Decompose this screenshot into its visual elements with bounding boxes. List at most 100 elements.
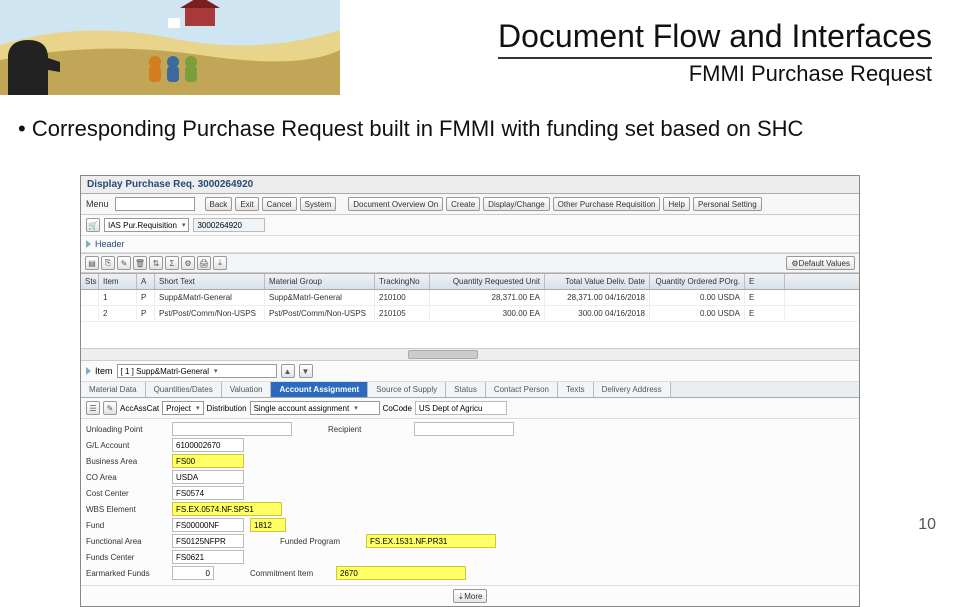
menu-label: Menu bbox=[86, 199, 109, 209]
fund-year-field[interactable]: 1812 bbox=[250, 518, 286, 532]
grid-tool-icon[interactable]: Σ bbox=[165, 256, 179, 270]
other-pr-button[interactable]: Other Purchase Requisition bbox=[553, 197, 661, 211]
cell-mg: Supp&Matrl-General bbox=[265, 290, 375, 305]
col-short-text[interactable]: Short Text bbox=[155, 274, 265, 289]
tab-status[interactable]: Status bbox=[446, 382, 486, 397]
command-input[interactable] bbox=[115, 197, 195, 211]
more-row: ⇣ More bbox=[81, 585, 859, 606]
prev-item-icon[interactable]: ▲ bbox=[281, 364, 295, 378]
page-number: 10 bbox=[918, 516, 936, 534]
more-button[interactable]: ⇣ More bbox=[453, 589, 488, 603]
col-porg[interactable]: E bbox=[745, 274, 785, 289]
cell-porg: E bbox=[745, 290, 785, 305]
item-label: Item bbox=[95, 366, 113, 376]
exit-button[interactable]: Exit bbox=[235, 197, 258, 211]
col-material-group[interactable]: Material Group bbox=[265, 274, 375, 289]
grid-tool-icon[interactable]: 🗑 bbox=[133, 256, 147, 270]
tab-contact[interactable]: Contact Person bbox=[486, 382, 558, 397]
pr-number-field[interactable]: 3000264920 bbox=[193, 218, 265, 232]
tab-material[interactable]: Material Data bbox=[81, 382, 146, 397]
expand-icon[interactable] bbox=[86, 367, 91, 375]
gl-account-field[interactable]: 6100002670 bbox=[172, 438, 244, 452]
grid-tool-icon[interactable]: ⚙ bbox=[181, 256, 195, 270]
tab-delivery[interactable]: Delivery Address bbox=[594, 382, 671, 397]
acc-cat-dropdown[interactable]: Project bbox=[162, 401, 203, 415]
cell-item: 2 bbox=[99, 306, 137, 321]
pr-type-dropdown[interactable]: IAS Pur.Requisition bbox=[104, 218, 189, 232]
grid-tool-icon[interactable]: ▤ bbox=[85, 256, 99, 270]
cart-icon: 🛒 bbox=[86, 218, 100, 232]
cell-a: P bbox=[137, 290, 155, 305]
grid-tool-icon[interactable]: ⤓ bbox=[213, 256, 227, 270]
recipient-label: Recipient bbox=[328, 425, 408, 434]
fund-field[interactable]: FS00000NF bbox=[172, 518, 244, 532]
col-tracking[interactable]: TrackingNo bbox=[375, 274, 430, 289]
recipient-field[interactable] bbox=[414, 422, 514, 436]
window-title: Display Purchase Req. 3000264920 bbox=[81, 176, 859, 194]
horizontal-scrollbar[interactable] bbox=[81, 348, 859, 360]
cell-short-text: Pst/Post/Comm/Non-USPS bbox=[155, 306, 265, 321]
expand-icon[interactable] bbox=[86, 240, 91, 248]
system-button[interactable]: System bbox=[300, 197, 337, 211]
item-dropdown[interactable]: [ 1 ] Supp&Matrl-General bbox=[117, 364, 277, 378]
col-status[interactable]: Sts bbox=[81, 274, 99, 289]
wbs-element-field[interactable]: FS.EX.0574.NF.SPS1 bbox=[172, 502, 282, 516]
cell-qty: 300.00 EA bbox=[430, 306, 545, 321]
cell-item: 1 bbox=[99, 290, 137, 305]
tab-valuation[interactable]: Valuation bbox=[222, 382, 272, 397]
pr-type-value: IAS Pur.Requisition bbox=[108, 221, 177, 230]
cell-mg: Pst/Post/Comm/Non-USPS bbox=[265, 306, 375, 321]
funded-program-label: Funded Program bbox=[280, 537, 360, 546]
next-item-icon[interactable]: ▼ bbox=[299, 364, 313, 378]
doc-overview-button[interactable]: Document Overview On bbox=[348, 197, 443, 211]
funds-center-field[interactable]: FS0621 bbox=[172, 550, 244, 564]
earmarked-funds-field[interactable]: 0 bbox=[172, 566, 214, 580]
detail-tabs: Material Data Quantities/Dates Valuation… bbox=[81, 382, 859, 398]
help-button[interactable]: Help bbox=[663, 197, 689, 211]
item-selector-row: Item [ 1 ] Supp&Matrl-General ▲ ▼ bbox=[81, 361, 859, 382]
col-qty[interactable]: Quantity Requested Unit bbox=[430, 274, 545, 289]
col-item[interactable]: Item bbox=[99, 274, 137, 289]
cell-tv: 300.00 04/16/2018 bbox=[545, 306, 650, 321]
business-area-field[interactable]: FS00 bbox=[172, 454, 244, 468]
item-selected-value: [ 1 ] Supp&Matrl-General bbox=[121, 367, 209, 376]
cell-qo: 0.00 USDA bbox=[650, 306, 745, 321]
table-row[interactable]: 1 P Supp&Matrl-General Supp&Matrl-Genera… bbox=[81, 290, 859, 306]
grid-tool-icon[interactable]: 🖨 bbox=[197, 256, 211, 270]
grid-tool-icon[interactable]: ⇅ bbox=[149, 256, 163, 270]
slide-bullet: • Corresponding Purchase Request built i… bbox=[18, 116, 938, 142]
unloading-point-label: Unloading Point bbox=[86, 425, 166, 434]
tab-quantities[interactable]: Quantities/Dates bbox=[146, 382, 222, 397]
cocode-field[interactable]: US Dept of Agricu bbox=[415, 401, 507, 415]
personal-setting-button[interactable]: Personal Setting bbox=[693, 197, 762, 211]
display-change-button[interactable]: Display/Change bbox=[483, 197, 549, 211]
tab-source[interactable]: Source of Supply bbox=[368, 382, 446, 397]
create-button[interactable]: Create bbox=[446, 197, 480, 211]
cost-center-field[interactable]: FS0574 bbox=[172, 486, 244, 500]
default-values-button[interactable]: ⚙ Default Values bbox=[786, 256, 855, 270]
cell-tracking: 210100 bbox=[375, 290, 430, 305]
co-area-field[interactable]: USDA bbox=[172, 470, 244, 484]
distribution-value: Single account assignment bbox=[254, 404, 350, 413]
grid-tool-icon[interactable]: ⎘ bbox=[101, 256, 115, 270]
commitment-item-field[interactable]: 2670 bbox=[336, 566, 466, 580]
commitment-item-label: Commitment Item bbox=[250, 569, 330, 578]
col-a[interactable]: A bbox=[137, 274, 155, 289]
col-total-value[interactable]: Total Value Deliv. Date bbox=[545, 274, 650, 289]
grid-tool-icon[interactable]: ✎ bbox=[117, 256, 131, 270]
cancel-button[interactable]: Cancel bbox=[262, 197, 297, 211]
header-link[interactable]: Header bbox=[95, 239, 125, 249]
co-area-label: CO Area bbox=[86, 473, 166, 482]
funded-program-field[interactable]: FS.EX.1531.NF.PR31 bbox=[366, 534, 496, 548]
menu-bar: Menu Back Exit Cancel System Document Ov… bbox=[81, 194, 859, 215]
list-view-icon[interactable]: ☰ bbox=[86, 401, 100, 415]
functional-area-field[interactable]: FS0125NFPR bbox=[172, 534, 244, 548]
distribution-dropdown[interactable]: Single account assignment bbox=[250, 401, 380, 415]
col-qty-ordered[interactable]: Quantity Ordered POrg. bbox=[650, 274, 745, 289]
unloading-point-field[interactable] bbox=[172, 422, 292, 436]
table-row[interactable]: 2 P Pst/Post/Comm/Non-USPS Pst/Post/Comm… bbox=[81, 306, 859, 322]
tab-account-assignment[interactable]: Account Assignment bbox=[271, 382, 368, 397]
back-button[interactable]: Back bbox=[205, 197, 233, 211]
edit-icon[interactable]: ✎ bbox=[103, 401, 117, 415]
tab-texts[interactable]: Texts bbox=[558, 382, 594, 397]
